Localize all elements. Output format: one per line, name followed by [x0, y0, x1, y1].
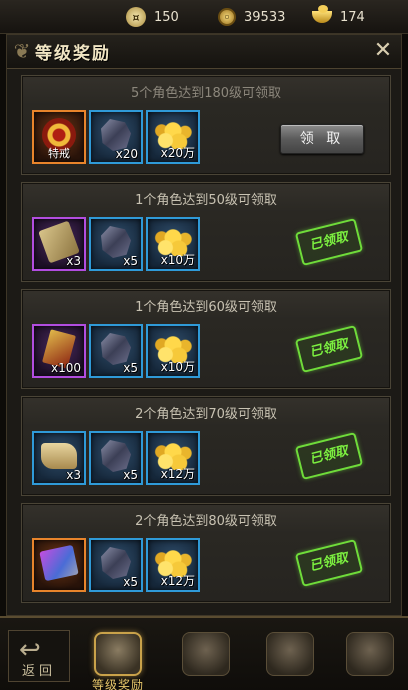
item-quantity: x10万: [160, 253, 195, 267]
reward-card: 1个角色达到60级可领取 x100 x5 x10万 已领取: [21, 289, 391, 389]
item-quantity: x12万: [160, 574, 195, 588]
treasure-icon: [94, 632, 142, 676]
silver-resource: ¤ 150: [126, 6, 179, 28]
reward-item[interactable]: x5: [89, 538, 143, 592]
close-button[interactable]: ✕: [371, 39, 395, 63]
reward-item[interactable]: 特戒: [32, 110, 86, 164]
reward-items: 特戒 x20 x20万: [32, 110, 200, 166]
reward-item[interactable]: [32, 538, 86, 592]
item-quantity: x5: [123, 254, 138, 268]
bottom-nav: ↩ 返回 等级奖励: [0, 616, 408, 690]
panel-header: ❦ 等级奖励 ✕: [7, 35, 401, 69]
back-button[interactable]: ↩ 返回: [8, 630, 70, 682]
title-ornament-icon: ❦: [13, 39, 31, 63]
tab-label: [336, 676, 404, 690]
reward-item[interactable]: x10万: [146, 217, 200, 271]
item-quantity: x12万: [160, 467, 195, 481]
chest-icon: [266, 632, 314, 676]
reward-item[interactable]: x5: [89, 324, 143, 378]
reward-items: x5 x12万: [32, 538, 200, 594]
cloth-icon: [39, 544, 79, 582]
tab-chest[interactable]: [256, 626, 324, 690]
reward-item[interactable]: x5: [89, 217, 143, 271]
reward-item[interactable]: x3: [32, 431, 86, 485]
item-quantity: x100: [50, 361, 81, 375]
ingot-amount: 174: [340, 9, 365, 25]
reward-items: x3 x5 x10万: [32, 217, 200, 273]
back-label: 返回: [21, 664, 56, 679]
tab-armor[interactable]: [336, 626, 404, 690]
reward-condition: 1个角色达到50级可领取: [135, 193, 277, 208]
copper-resource: ◦ 39533: [218, 6, 285, 28]
copper-coin-icon: ◦: [218, 8, 236, 26]
map-scroll-icon: [41, 443, 77, 469]
reward-item[interactable]: x20万: [146, 110, 200, 164]
reward-condition: 1个角色达到60级可领取: [135, 300, 277, 315]
tab-label: [172, 676, 240, 690]
claimed-stamp: 已领取: [294, 539, 364, 587]
lion-icon: [182, 632, 230, 676]
item-quantity: x20万: [160, 146, 195, 160]
reward-item[interactable]: x5: [89, 431, 143, 485]
reward-item[interactable]: x10万: [146, 324, 200, 378]
silver-coin-icon: ¤: [126, 7, 146, 27]
claimed-stamp: 已领取: [294, 325, 364, 373]
reward-item[interactable]: x100: [32, 324, 86, 378]
reward-item[interactable]: x3: [32, 217, 86, 271]
copper-amount: 39533: [244, 9, 286, 25]
tab-level-reward[interactable]: 等级奖励: [84, 626, 152, 690]
gold-ingot-icon: [312, 5, 332, 27]
resource-bar: ¤ 150 ◦ 39533 174: [0, 0, 408, 34]
tab-lion[interactable]: [172, 626, 240, 690]
reward-card: 1个角色达到50级可领取 x3 x5 x10万 已领取: [21, 182, 391, 282]
reward-items: x100 x5 x10万: [32, 324, 200, 380]
reward-item[interactable]: x20: [89, 110, 143, 164]
claimed-stamp: 已领取: [294, 218, 364, 266]
item-quantity: x5: [123, 361, 138, 375]
panel-title: 等级奖励: [35, 44, 111, 64]
claim-button[interactable]: 领 取: [280, 124, 364, 154]
reward-card: 2个角色达到80级可领取 x5 x12万 已领取: [21, 503, 391, 603]
reward-card: 2个角色达到70级可领取 x3 x5 x12万 已领取: [21, 396, 391, 496]
tab-label: [256, 676, 324, 690]
reward-condition: 5个角色达到180级可领取: [130, 86, 282, 101]
reward-condition: 2个角色达到80级可领取: [135, 514, 277, 529]
ingot-resource: 174: [312, 5, 365, 28]
reward-card: 5个角色达到180级可领取 特戒 x20 x20万 领 取: [21, 75, 391, 175]
claimed-stamp: 已领取: [294, 432, 364, 480]
reward-condition: 2个角色达到70级可领取: [135, 407, 277, 422]
item-name: 特戒: [48, 147, 70, 160]
armor-icon: [346, 632, 394, 676]
tab-label: 等级奖励: [91, 678, 144, 690]
item-quantity: x5: [123, 468, 138, 482]
reward-item[interactable]: x12万: [146, 538, 200, 592]
silver-amount: 150: [154, 9, 179, 25]
level-reward-panel: ❦ 等级奖励 ✕ 5个角色达到180级可领取 特戒 x20 x20万 领 取 1…: [6, 34, 402, 616]
item-quantity: x5: [123, 575, 138, 589]
item-quantity: x10万: [160, 360, 195, 374]
item-quantity: x3: [66, 254, 81, 268]
reward-items: x3 x5 x12万: [32, 431, 200, 487]
reward-item[interactable]: x12万: [146, 431, 200, 485]
item-quantity: x3: [66, 468, 81, 482]
reward-list: 5个角色达到180级可领取 特戒 x20 x20万 领 取 1个角色达到50级可…: [21, 75, 391, 610]
item-quantity: x20: [115, 147, 138, 161]
